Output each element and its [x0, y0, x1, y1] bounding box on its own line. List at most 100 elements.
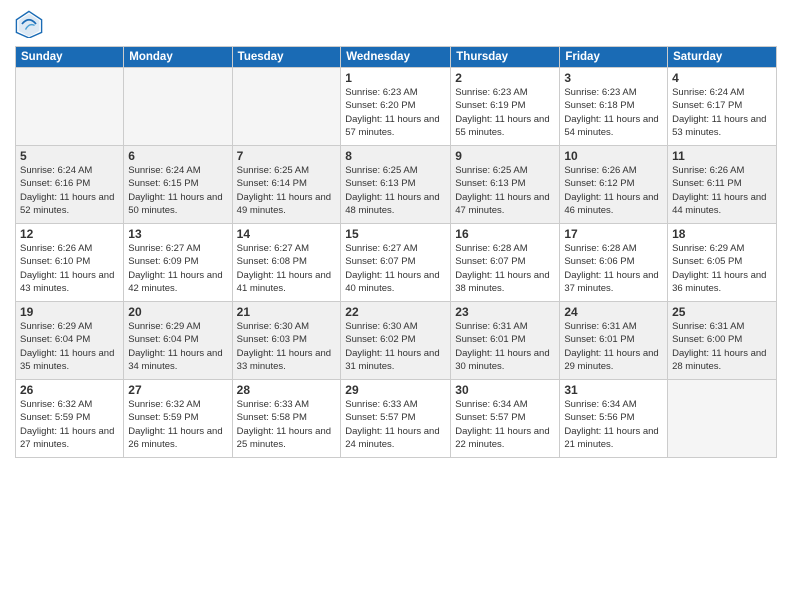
day-number: 26 [20, 383, 119, 397]
day-number: 16 [455, 227, 555, 241]
day-number: 1 [345, 71, 446, 85]
day-info: Sunrise: 6:32 AM Sunset: 5:59 PM Dayligh… [128, 398, 227, 451]
weekday-header: Monday [124, 47, 232, 68]
weekday-header: Thursday [451, 47, 560, 68]
day-info: Sunrise: 6:30 AM Sunset: 6:03 PM Dayligh… [237, 320, 337, 373]
day-number: 7 [237, 149, 337, 163]
day-number: 2 [455, 71, 555, 85]
calendar-cell: 17Sunrise: 6:28 AM Sunset: 6:06 PM Dayli… [560, 224, 668, 302]
day-number: 10 [564, 149, 663, 163]
day-number: 8 [345, 149, 446, 163]
day-info: Sunrise: 6:26 AM Sunset: 6:10 PM Dayligh… [20, 242, 119, 295]
logo [15, 10, 47, 38]
calendar-cell: 31Sunrise: 6:34 AM Sunset: 5:56 PM Dayli… [560, 380, 668, 458]
day-number: 24 [564, 305, 663, 319]
calendar-cell: 8Sunrise: 6:25 AM Sunset: 6:13 PM Daylig… [341, 146, 451, 224]
day-number: 14 [237, 227, 337, 241]
calendar-cell: 14Sunrise: 6:27 AM Sunset: 6:08 PM Dayli… [232, 224, 341, 302]
day-number: 15 [345, 227, 446, 241]
calendar-cell: 10Sunrise: 6:26 AM Sunset: 6:12 PM Dayli… [560, 146, 668, 224]
day-info: Sunrise: 6:34 AM Sunset: 5:56 PM Dayligh… [564, 398, 663, 451]
day-info: Sunrise: 6:27 AM Sunset: 6:09 PM Dayligh… [128, 242, 227, 295]
day-info: Sunrise: 6:31 AM Sunset: 6:00 PM Dayligh… [672, 320, 772, 373]
day-info: Sunrise: 6:33 AM Sunset: 5:57 PM Dayligh… [345, 398, 446, 451]
calendar-week-row: 19Sunrise: 6:29 AM Sunset: 6:04 PM Dayli… [16, 302, 777, 380]
logo-icon [15, 10, 43, 38]
calendar-cell: 30Sunrise: 6:34 AM Sunset: 5:57 PM Dayli… [451, 380, 560, 458]
calendar-cell: 25Sunrise: 6:31 AM Sunset: 6:00 PM Dayli… [668, 302, 777, 380]
calendar-cell: 24Sunrise: 6:31 AM Sunset: 6:01 PM Dayli… [560, 302, 668, 380]
day-info: Sunrise: 6:27 AM Sunset: 6:08 PM Dayligh… [237, 242, 337, 295]
weekday-header: Saturday [668, 47, 777, 68]
day-info: Sunrise: 6:31 AM Sunset: 6:01 PM Dayligh… [455, 320, 555, 373]
calendar-cell: 11Sunrise: 6:26 AM Sunset: 6:11 PM Dayli… [668, 146, 777, 224]
calendar-cell: 15Sunrise: 6:27 AM Sunset: 6:07 PM Dayli… [341, 224, 451, 302]
calendar-cell [668, 380, 777, 458]
calendar-cell [232, 68, 341, 146]
day-number: 6 [128, 149, 227, 163]
calendar-cell: 7Sunrise: 6:25 AM Sunset: 6:14 PM Daylig… [232, 146, 341, 224]
day-info: Sunrise: 6:30 AM Sunset: 6:02 PM Dayligh… [345, 320, 446, 373]
calendar-cell: 12Sunrise: 6:26 AM Sunset: 6:10 PM Dayli… [16, 224, 124, 302]
weekday-header: Tuesday [232, 47, 341, 68]
calendar-cell: 1Sunrise: 6:23 AM Sunset: 6:20 PM Daylig… [341, 68, 451, 146]
day-info: Sunrise: 6:29 AM Sunset: 6:05 PM Dayligh… [672, 242, 772, 295]
calendar-cell: 22Sunrise: 6:30 AM Sunset: 6:02 PM Dayli… [341, 302, 451, 380]
calendar-cell [16, 68, 124, 146]
calendar-cell: 18Sunrise: 6:29 AM Sunset: 6:05 PM Dayli… [668, 224, 777, 302]
day-number: 11 [672, 149, 772, 163]
day-info: Sunrise: 6:23 AM Sunset: 6:19 PM Dayligh… [455, 86, 555, 139]
day-number: 13 [128, 227, 227, 241]
day-number: 25 [672, 305, 772, 319]
calendar-cell: 23Sunrise: 6:31 AM Sunset: 6:01 PM Dayli… [451, 302, 560, 380]
day-info: Sunrise: 6:23 AM Sunset: 6:20 PM Dayligh… [345, 86, 446, 139]
calendar-cell: 13Sunrise: 6:27 AM Sunset: 6:09 PM Dayli… [124, 224, 232, 302]
calendar-cell: 29Sunrise: 6:33 AM Sunset: 5:57 PM Dayli… [341, 380, 451, 458]
calendar-cell: 16Sunrise: 6:28 AM Sunset: 6:07 PM Dayli… [451, 224, 560, 302]
day-info: Sunrise: 6:28 AM Sunset: 6:07 PM Dayligh… [455, 242, 555, 295]
calendar-cell [124, 68, 232, 146]
day-number: 5 [20, 149, 119, 163]
calendar-cell: 20Sunrise: 6:29 AM Sunset: 6:04 PM Dayli… [124, 302, 232, 380]
calendar-week-row: 1Sunrise: 6:23 AM Sunset: 6:20 PM Daylig… [16, 68, 777, 146]
day-number: 27 [128, 383, 227, 397]
calendar-table: SundayMondayTuesdayWednesdayThursdayFrid… [15, 46, 777, 458]
day-info: Sunrise: 6:25 AM Sunset: 6:13 PM Dayligh… [345, 164, 446, 217]
calendar-week-row: 12Sunrise: 6:26 AM Sunset: 6:10 PM Dayli… [16, 224, 777, 302]
calendar-cell: 2Sunrise: 6:23 AM Sunset: 6:19 PM Daylig… [451, 68, 560, 146]
day-number: 23 [455, 305, 555, 319]
day-info: Sunrise: 6:29 AM Sunset: 6:04 PM Dayligh… [128, 320, 227, 373]
calendar-cell: 26Sunrise: 6:32 AM Sunset: 5:59 PM Dayli… [16, 380, 124, 458]
day-number: 18 [672, 227, 772, 241]
day-info: Sunrise: 6:24 AM Sunset: 6:15 PM Dayligh… [128, 164, 227, 217]
page-container: SundayMondayTuesdayWednesdayThursdayFrid… [0, 0, 792, 468]
day-info: Sunrise: 6:28 AM Sunset: 6:06 PM Dayligh… [564, 242, 663, 295]
calendar-cell: 5Sunrise: 6:24 AM Sunset: 6:16 PM Daylig… [16, 146, 124, 224]
day-info: Sunrise: 6:24 AM Sunset: 6:16 PM Dayligh… [20, 164, 119, 217]
day-number: 4 [672, 71, 772, 85]
day-number: 12 [20, 227, 119, 241]
calendar-cell: 9Sunrise: 6:25 AM Sunset: 6:13 PM Daylig… [451, 146, 560, 224]
day-number: 31 [564, 383, 663, 397]
calendar-cell: 28Sunrise: 6:33 AM Sunset: 5:58 PM Dayli… [232, 380, 341, 458]
calendar-week-row: 5Sunrise: 6:24 AM Sunset: 6:16 PM Daylig… [16, 146, 777, 224]
calendar-cell: 21Sunrise: 6:30 AM Sunset: 6:03 PM Dayli… [232, 302, 341, 380]
day-number: 30 [455, 383, 555, 397]
day-number: 28 [237, 383, 337, 397]
weekday-header: Wednesday [341, 47, 451, 68]
calendar-header-row: SundayMondayTuesdayWednesdayThursdayFrid… [16, 47, 777, 68]
day-info: Sunrise: 6:33 AM Sunset: 5:58 PM Dayligh… [237, 398, 337, 451]
calendar-week-row: 26Sunrise: 6:32 AM Sunset: 5:59 PM Dayli… [16, 380, 777, 458]
weekday-header: Friday [560, 47, 668, 68]
day-number: 29 [345, 383, 446, 397]
day-info: Sunrise: 6:23 AM Sunset: 6:18 PM Dayligh… [564, 86, 663, 139]
day-number: 21 [237, 305, 337, 319]
calendar-cell: 19Sunrise: 6:29 AM Sunset: 6:04 PM Dayli… [16, 302, 124, 380]
day-info: Sunrise: 6:29 AM Sunset: 6:04 PM Dayligh… [20, 320, 119, 373]
day-number: 3 [564, 71, 663, 85]
day-number: 19 [20, 305, 119, 319]
day-info: Sunrise: 6:25 AM Sunset: 6:13 PM Dayligh… [455, 164, 555, 217]
day-info: Sunrise: 6:32 AM Sunset: 5:59 PM Dayligh… [20, 398, 119, 451]
day-number: 22 [345, 305, 446, 319]
day-number: 9 [455, 149, 555, 163]
